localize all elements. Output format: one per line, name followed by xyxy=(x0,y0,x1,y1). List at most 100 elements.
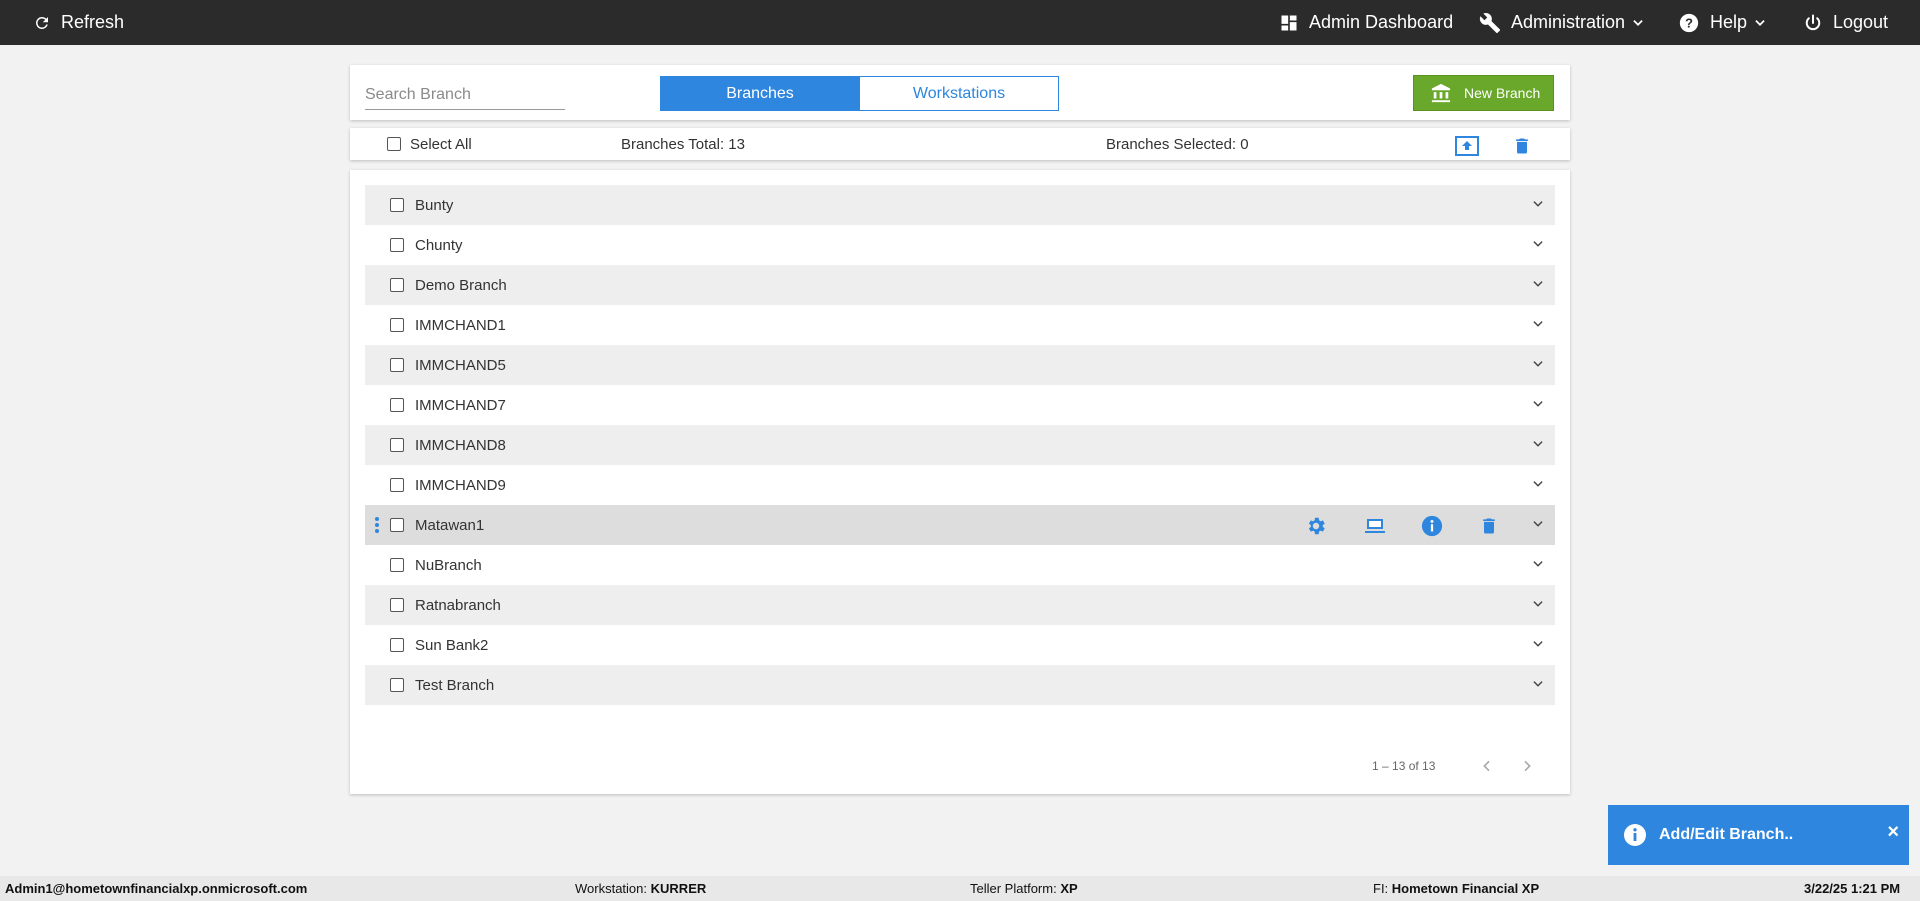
pager-range: 1 – 13 of 13 xyxy=(1372,759,1436,773)
footer-workstation-label: Workstation: xyxy=(575,881,648,896)
branch-name: NuBranch xyxy=(415,556,482,574)
row-checkbox[interactable] xyxy=(390,598,404,612)
admin-dashboard-label: Admin Dashboard xyxy=(1309,12,1454,32)
list-item[interactable]: NuBranch xyxy=(365,545,1555,585)
list-item[interactable]: IMMCHAND1 xyxy=(365,305,1555,345)
row-checkbox[interactable] xyxy=(390,198,404,212)
row-checkbox[interactable] xyxy=(390,358,404,372)
row-checkbox[interactable] xyxy=(390,398,404,412)
chevron-down-icon[interactable] xyxy=(1531,197,1545,216)
trash-icon[interactable] xyxy=(1512,135,1532,157)
branch-name: Bunty xyxy=(415,196,454,214)
tab-branches[interactable]: Branches xyxy=(660,76,860,111)
branch-name: IMMCHAND1 xyxy=(415,316,506,334)
row-checkbox[interactable] xyxy=(390,678,404,692)
list-item[interactable]: Test Branch xyxy=(365,665,1555,705)
chevron-down-icon[interactable] xyxy=(1531,317,1545,336)
chevron-down-icon[interactable] xyxy=(1531,477,1545,496)
refresh-label: Refresh xyxy=(61,12,125,32)
row-checkbox[interactable] xyxy=(390,518,404,532)
branch-name: Demo Branch xyxy=(415,276,507,294)
list-item[interactable]: Sun Bank2 xyxy=(365,625,1555,665)
list-item[interactable]: Chunty xyxy=(365,225,1555,265)
gear-icon[interactable] xyxy=(1305,515,1327,537)
list-item[interactable]: Demo Branch xyxy=(365,265,1555,305)
top-navigation-bar: Refresh Admin Dashboard Administration ?… xyxy=(0,0,1920,45)
branch-name: IMMCHAND9 xyxy=(415,476,506,494)
row-checkbox[interactable] xyxy=(390,638,404,652)
list-item[interactable]: IMMCHAND5 xyxy=(365,345,1555,385)
list-item[interactable]: Bunty xyxy=(365,185,1555,225)
new-branch-label: New Branch xyxy=(1464,85,1541,101)
row-checkbox[interactable] xyxy=(390,478,404,492)
chevron-down-icon[interactable] xyxy=(1531,437,1545,456)
refresh-button[interactable]: Refresh xyxy=(33,0,124,45)
chevron-down-icon[interactable] xyxy=(1531,557,1545,576)
info-icon[interactable] xyxy=(1421,515,1443,537)
branch-name: Matawan1 xyxy=(415,516,485,534)
row-checkbox[interactable] xyxy=(390,318,404,332)
upload-icon[interactable] xyxy=(1455,136,1479,156)
chevron-down-icon[interactable] xyxy=(1531,357,1545,376)
footer-platform-label: Teller Platform: xyxy=(970,881,1057,896)
trash-icon[interactable] xyxy=(1479,515,1499,537)
chevron-down-icon[interactable] xyxy=(1531,677,1545,696)
help-menu[interactable]: ? Help xyxy=(1678,0,1767,45)
administration-menu[interactable]: Administration xyxy=(1479,0,1645,45)
footer-fi: Hometown Financial XP xyxy=(1391,881,1540,896)
select-all-checkbox[interactable] xyxy=(387,137,401,151)
logout-label: Logout xyxy=(1833,12,1889,32)
chevron-down-icon[interactable] xyxy=(1531,637,1545,656)
help-icon: ? xyxy=(1679,13,1699,32)
chevron-down-icon[interactable] xyxy=(1531,517,1545,536)
chevron-down-icon xyxy=(1755,19,1765,26)
logout-button[interactable]: Logout xyxy=(1803,0,1888,45)
selection-bar xyxy=(350,128,1570,160)
dashboard-icon xyxy=(1281,15,1297,30)
row-checkbox[interactable] xyxy=(390,238,404,252)
chevron-right-icon[interactable] xyxy=(1519,757,1535,775)
row-checkbox[interactable] xyxy=(390,438,404,452)
admin-dashboard-link[interactable]: Admin Dashboard xyxy=(1279,0,1453,45)
branch-name: Ratnabranch xyxy=(415,596,501,614)
branch-name: Sun Bank2 xyxy=(415,636,489,654)
bank-icon xyxy=(1431,83,1451,103)
search-input[interactable] xyxy=(365,80,565,110)
status-footer: Admin1@hometownfinancialxp.onmicrosoft.c… xyxy=(0,876,1920,901)
list-item[interactable]: IMMCHAND8 xyxy=(365,425,1555,465)
toast-notification: Add/Edit Branch.. × xyxy=(1608,805,1909,865)
row-checkbox[interactable] xyxy=(390,278,404,292)
footer-platform: XP xyxy=(1060,881,1078,896)
tab-workstations[interactable]: Workstations xyxy=(859,76,1059,111)
administration-label: Administration xyxy=(1511,12,1626,32)
svg-text:?: ? xyxy=(1685,15,1693,30)
branch-name: Test Branch xyxy=(415,676,495,694)
branch-name: IMMCHAND5 xyxy=(415,356,506,374)
list-item[interactable]: Ratnabranch xyxy=(365,585,1555,625)
list-item[interactable]: Matawan1 xyxy=(365,505,1555,545)
help-label: Help xyxy=(1710,12,1748,32)
chevron-down-icon[interactable] xyxy=(1531,277,1545,296)
list-item[interactable]: IMMCHAND9 xyxy=(365,465,1555,505)
chevron-down-icon xyxy=(1633,19,1643,26)
branch-name: IMMCHAND7 xyxy=(415,396,506,414)
power-icon xyxy=(1805,14,1821,30)
chevron-down-icon[interactable] xyxy=(1531,237,1545,256)
new-branch-button[interactable]: New Branch xyxy=(1413,75,1554,111)
row-checkbox[interactable] xyxy=(390,558,404,572)
footer-user: Admin1@hometownfinancialxp.onmicrosoft.c… xyxy=(5,881,308,896)
chevron-down-icon[interactable] xyxy=(1531,397,1545,416)
chevron-left-icon[interactable] xyxy=(1479,757,1495,775)
chevron-down-icon[interactable] xyxy=(1531,597,1545,616)
footer-workstation: KURRER xyxy=(650,881,707,896)
list-item[interactable]: IMMCHAND7 xyxy=(365,385,1555,425)
laptop-icon[interactable] xyxy=(1363,515,1387,537)
drag-handle-icon[interactable] xyxy=(374,516,380,534)
toast-close-button[interactable]: × xyxy=(1887,821,1899,844)
refresh-icon xyxy=(35,16,48,29)
wrench-icon xyxy=(1479,12,1501,33)
branch-name: IMMCHAND8 xyxy=(415,436,506,454)
branches-selected: Branches Selected: 0 xyxy=(1106,136,1249,153)
toast-message: Add/Edit Branch.. xyxy=(1659,826,1794,843)
select-all-label: Select All xyxy=(410,136,472,153)
